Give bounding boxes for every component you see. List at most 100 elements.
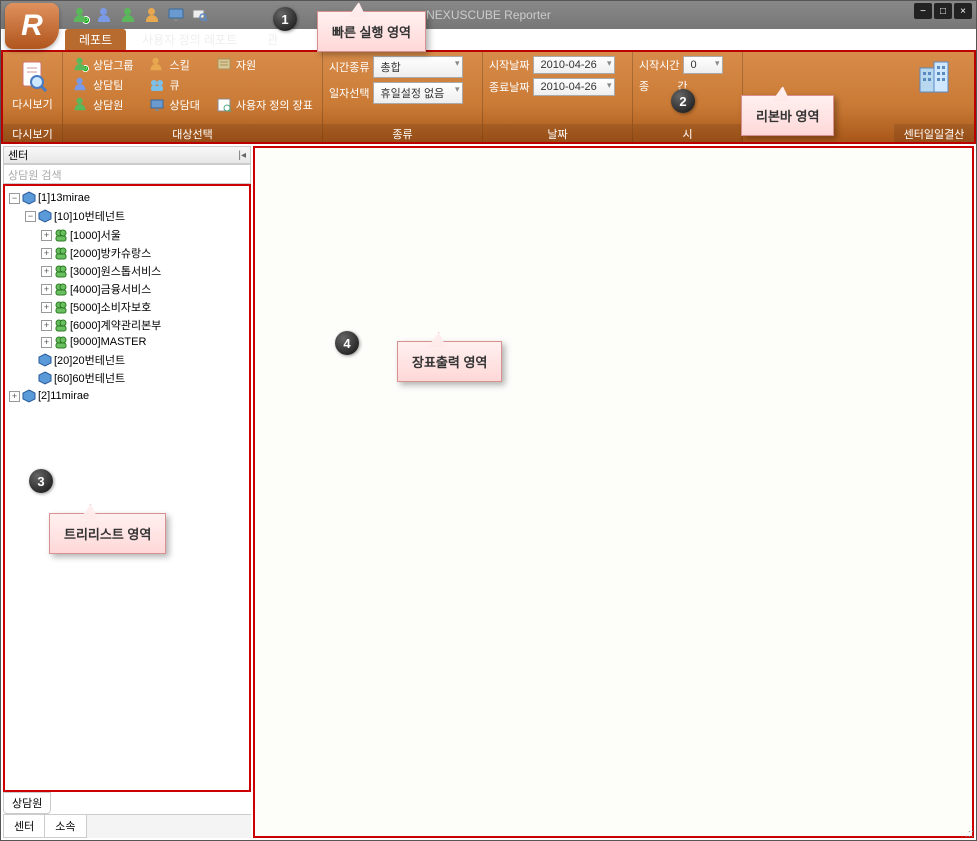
target-group-button[interactable]: G상담그룹 (69, 56, 137, 74)
sidebar-collapse-icon[interactable]: |◂ (238, 150, 246, 161)
tab-report[interactable]: 레포트 (65, 29, 126, 51)
quick-display-icon[interactable] (165, 5, 187, 25)
tree-node[interactable]: −[10]10번테넌트 (25, 207, 247, 225)
desk-icon (149, 97, 165, 113)
toggle-icon[interactable]: + (41, 337, 52, 348)
quick-team-icon[interactable] (93, 5, 115, 25)
toggle-icon[interactable]: + (41, 284, 52, 295)
bottom-tab-center[interactable]: 센터 (3, 815, 45, 838)
tree-node[interactable]: [20]20번테넌트 (25, 351, 247, 369)
cube-icon (22, 191, 36, 205)
quick-group-icon[interactable]: G (69, 5, 91, 25)
quick-search-icon[interactable] (189, 5, 211, 25)
target-resource-button[interactable]: 자원 (212, 56, 317, 74)
target-desk-button[interactable]: 상담대 (145, 96, 203, 114)
quick-agent-icon[interactable] (117, 5, 139, 25)
target-skill-label: 스킬 (169, 57, 189, 73)
queue-icon (149, 77, 165, 93)
start-date-combo[interactable]: 2010-04-26 (533, 56, 615, 74)
group-icon (54, 246, 68, 260)
toggle-icon[interactable]: + (41, 266, 52, 277)
start-time-label: 시작시간 (639, 57, 679, 73)
center-group-label: 센터일일결산 (894, 124, 974, 142)
end-date-label: 종료날짜 (489, 79, 529, 95)
tree-node[interactable]: +[2000]방카슈랑스 (41, 244, 247, 262)
ribbon-group-center: 센터일일결산 (894, 52, 974, 142)
target-group-label: 대상선택 (63, 124, 322, 142)
group-icon (54, 318, 68, 332)
app-logo-letter: R (21, 9, 43, 43)
tree-node[interactable]: −[1]13mirae (9, 190, 247, 206)
sidebar-bottom-tabs: 센터 소속 (3, 814, 251, 838)
cube-icon (38, 353, 52, 367)
mid-tab-agent[interactable]: 상담원 (3, 792, 51, 814)
start-time-combo[interactable]: 0 (683, 56, 723, 74)
app-window: R G NEXUSCUBE Reporter − □ × 레포트 사용자 정의 … (0, 0, 977, 841)
preview-button[interactable]: 다시보기 (9, 56, 56, 116)
target-queue-label: 큐 (169, 77, 179, 93)
time-type-combo[interactable]: 총합 (373, 56, 463, 78)
tree-node[interactable]: +[1000]서울 (41, 226, 247, 244)
resize-grip[interactable]: .:: (965, 828, 974, 840)
cube-icon (38, 371, 52, 385)
time-group-label: 시 (633, 124, 742, 142)
tree-node[interactable]: +[6000]계약관리본부 (41, 316, 247, 334)
agent-search-input[interactable]: 상담원 검색 (3, 164, 251, 184)
tree-node[interactable]: +[3000]원스톱서비스 (41, 262, 247, 280)
app-logo[interactable]: R (5, 3, 59, 49)
target-team-button[interactable]: 상담팀 (69, 76, 137, 94)
toggle-icon[interactable]: − (9, 193, 20, 204)
group-icon (54, 282, 68, 296)
tab-custom-report[interactable]: 사용자 정의 레포트 (128, 29, 251, 51)
ribbon-group-preview: 다시보기 다시보기 (3, 52, 63, 142)
tab-admin[interactable]: 관 (253, 29, 292, 51)
badge-3: 3 (29, 469, 53, 493)
preview-group-label: 다시보기 (3, 124, 62, 142)
start-date-label: 시작날짜 (489, 57, 529, 73)
tree-node[interactable]: [60]60번테넌트 (25, 369, 247, 387)
group-icon (54, 228, 68, 242)
bottom-tab-dept[interactable]: 소속 (44, 815, 86, 838)
ribbon-group-date: 시작날짜2010-04-26 종료날짜2010-04-26 날짜 (483, 52, 633, 142)
badge-4: 4 (335, 331, 359, 355)
tree-node[interactable]: +[4000]금융서비스 (41, 280, 247, 298)
quick-skill-icon[interactable] (141, 5, 163, 25)
close-button[interactable]: × (954, 3, 972, 19)
target-agent-button[interactable]: 상담원 (69, 96, 137, 114)
ribbon-tabs: 레포트 사용자 정의 레포트 관 (65, 29, 294, 51)
custom-form-icon (216, 97, 232, 113)
target-queue-button[interactable]: 큐 (145, 76, 203, 94)
date-select-combo[interactable]: 휴일설정 없음 (373, 82, 463, 104)
tree-node[interactable]: +[9000]MASTER (41, 334, 247, 350)
toggle-icon[interactable]: + (41, 302, 52, 313)
toggle-icon[interactable]: + (41, 320, 52, 331)
tree-node[interactable]: +[2]11mirae (9, 388, 247, 404)
building-icon (916, 60, 952, 94)
callout-quick-launch: 빠른 실행 영역 (317, 11, 426, 52)
target-desk-label: 상담대 (169, 97, 199, 113)
tree: −[1]13mirae −[10]10번테넌트 +[1000]서울 +[2000… (7, 190, 247, 404)
report-output-area (253, 146, 974, 838)
target-custom-form-label: 사용자 정의 장표 (236, 97, 313, 113)
toggle-icon[interactable]: − (25, 211, 36, 222)
window-title: NEXUSCUBE Reporter (426, 8, 551, 22)
group-icon (54, 300, 68, 314)
document-magnify-icon (17, 60, 49, 92)
toggle-icon[interactable]: + (41, 248, 52, 259)
toggle-icon[interactable]: + (9, 391, 20, 402)
center-daily-button[interactable] (900, 56, 968, 98)
maximize-button[interactable]: □ (934, 3, 952, 19)
ribbon-group-type: 시간종류총합 일자선택휴일설정 없음 종류 (323, 52, 483, 142)
target-skill-button[interactable]: 스킬 (145, 56, 203, 74)
date-group-label: 날짜 (483, 124, 632, 142)
sidebar-title: 센터 (8, 147, 28, 163)
minimize-button[interactable]: − (914, 3, 932, 19)
target-custom-form-button[interactable]: 사용자 정의 장표 (212, 96, 317, 114)
callout-ribbon: 리본바 영역 (741, 95, 834, 136)
quick-access-toolbar: G (65, 3, 215, 27)
tree-node[interactable]: +[5000]소비자보호 (41, 298, 247, 316)
cube-icon (22, 389, 36, 403)
time-type-label: 시간종류 (329, 59, 369, 75)
toggle-icon[interactable]: + (41, 230, 52, 241)
end-date-combo[interactable]: 2010-04-26 (533, 78, 615, 96)
